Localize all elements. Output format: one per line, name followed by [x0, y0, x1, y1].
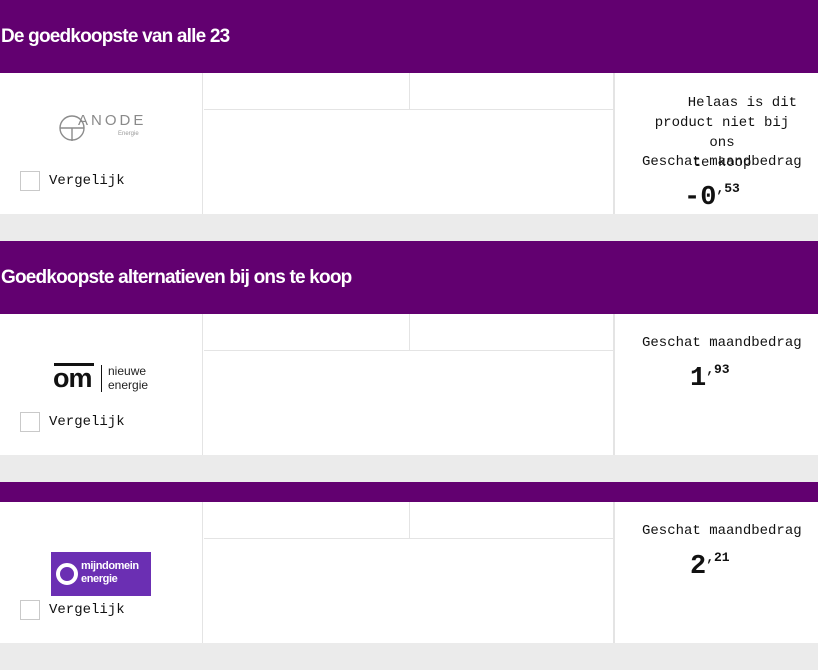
price-cents: ,93 [706, 362, 730, 377]
compare-toggle[interactable]: Vergelijk [20, 412, 125, 432]
anode-logo-text: ANODE [78, 112, 147, 129]
price-integer: 1 [690, 364, 707, 394]
anode-logo: ANODE Energie [56, 111, 148, 145]
detail-cell [410, 502, 614, 539]
product-card-om: om nieuwe energie Vergelijk Geschat maan… [0, 314, 818, 455]
monthly-price: 1,93 [690, 362, 730, 394]
mijndomein-circle-icon [56, 563, 78, 585]
compare-label: Vergelijk [49, 414, 125, 430]
logo-column: om nieuwe energie Vergelijk [0, 314, 203, 455]
details-column [204, 314, 614, 455]
anode-logo-sub: Energie [118, 131, 139, 137]
mijndomein-logo-text: mijndomein [81, 560, 139, 572]
om-logo: om nieuwe energie [53, 362, 154, 396]
logo-column: mijndomein energie Vergelijk [0, 502, 203, 643]
monthly-price: 2,21 [690, 550, 730, 582]
detail-cell [204, 73, 410, 110]
section-alternatives: Goedkoopste alternatieven bij ons te koo… [0, 241, 818, 455]
price-column: Helaas is dit product niet bij ons te ko… [614, 73, 818, 214]
price-column: Geschat maandbedrag 1,93 [614, 314, 818, 455]
om-logo-text: om [53, 363, 92, 393]
compare-toggle[interactable]: Vergelijk [20, 171, 125, 191]
estimate-label: Geschat maandbedrag [642, 523, 802, 539]
section-title: De goedkoopste van alle 23 [0, 0, 818, 73]
compare-label: Vergelijk [49, 602, 125, 618]
price-integer: -0 [684, 183, 717, 213]
section-header-bar [0, 482, 818, 502]
estimate-label: Geschat maandbedrag [642, 335, 802, 351]
product-card-mijndomein: mijndomein energie Vergelijk Geschat maa… [0, 502, 818, 643]
detail-cell [204, 539, 614, 643]
detail-cell [204, 502, 410, 539]
section-alternative-2: mijndomein energie Vergelijk Geschat maa… [0, 482, 818, 643]
section-cheapest-overall: De goedkoopste van alle 23 ANODE Energie… [0, 0, 818, 214]
section-spacer [0, 214, 818, 241]
om-logo-sub: nieuwe [108, 364, 147, 378]
compare-toggle[interactable]: Vergelijk [20, 600, 125, 620]
detail-cell [204, 110, 614, 214]
section-title: Goedkoopste alternatieven bij ons te koo… [0, 241, 818, 314]
details-column [204, 73, 614, 214]
compare-label: Vergelijk [49, 173, 125, 189]
detail-cell [410, 314, 614, 351]
compare-checkbox[interactable] [20, 171, 40, 191]
unavailable-line: product niet bij ons [654, 115, 790, 151]
mijndomein-logo-text: energie [81, 573, 118, 585]
om-logo-divider [101, 365, 102, 392]
price-column: Geschat maandbedrag 2,21 [614, 502, 818, 643]
price-cents: ,21 [706, 550, 730, 565]
estimate-label: Geschat maandbedrag [642, 154, 802, 170]
section-spacer [0, 455, 818, 482]
detail-cell [204, 351, 614, 455]
detail-cell [204, 314, 410, 351]
unavailable-line: Helaas is dit [687, 95, 797, 111]
monthly-price: -0,53 [684, 181, 740, 213]
compare-checkbox[interactable] [20, 600, 40, 620]
detail-cell [410, 73, 614, 110]
price-cents: ,53 [716, 181, 740, 196]
logo-column: ANODE Energie Vergelijk [0, 73, 203, 214]
product-card-anode: ANODE Energie Vergelijk Helaas is dit pr… [0, 73, 818, 214]
details-column [204, 502, 614, 643]
compare-checkbox[interactable] [20, 412, 40, 432]
price-integer: 2 [690, 552, 707, 582]
mijndomein-logo: mijndomein energie [51, 552, 151, 596]
om-logo-sub: energie [108, 378, 149, 392]
